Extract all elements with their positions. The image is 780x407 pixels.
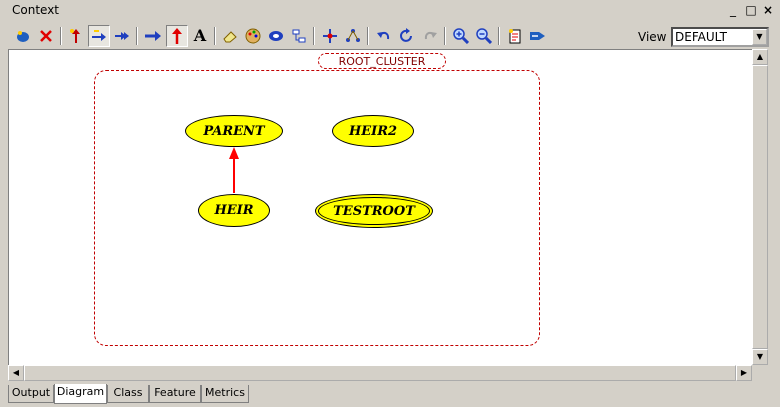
tab-output[interactable]: Output [8, 385, 54, 403]
node-label: TESTROOT [333, 203, 415, 219]
vertical-scroll-thumb[interactable] [752, 65, 768, 349]
horizontal-scrollbar[interactable]: ◀ ▶ [8, 365, 752, 381]
scroll-left-button[interactable]: ◀ [8, 365, 24, 381]
horizontal-scroll-thumb[interactable] [24, 365, 736, 381]
node-parent[interactable]: PARENT [185, 115, 283, 147]
vertical-scrollbar[interactable]: ▲ ▼ [752, 49, 768, 365]
inheritance-arrowhead [229, 147, 239, 159]
node-label: HEIR [214, 203, 254, 218]
scroll-down-button[interactable]: ▼ [752, 349, 768, 365]
node-label: HEIR2 [348, 123, 398, 139]
node-testroot[interactable]: TESTROOT [318, 197, 430, 225]
scroll-right-button[interactable]: ▶ [736, 365, 752, 381]
scroll-corner [752, 365, 768, 381]
tab-feature[interactable]: Feature [149, 385, 201, 403]
tab-metrics[interactable]: Metrics [201, 385, 249, 403]
tab-class[interactable]: Class [107, 385, 149, 403]
tab-bar: Output Diagram Class Feature Metrics [8, 384, 408, 404]
scroll-up-button[interactable]: ▲ [752, 49, 768, 65]
node-heir[interactable]: HEIR [198, 194, 270, 227]
node-label: PARENT [203, 123, 265, 139]
node-heir2[interactable]: HEIR2 [332, 115, 414, 147]
tab-diagram[interactable]: Diagram [54, 384, 107, 404]
